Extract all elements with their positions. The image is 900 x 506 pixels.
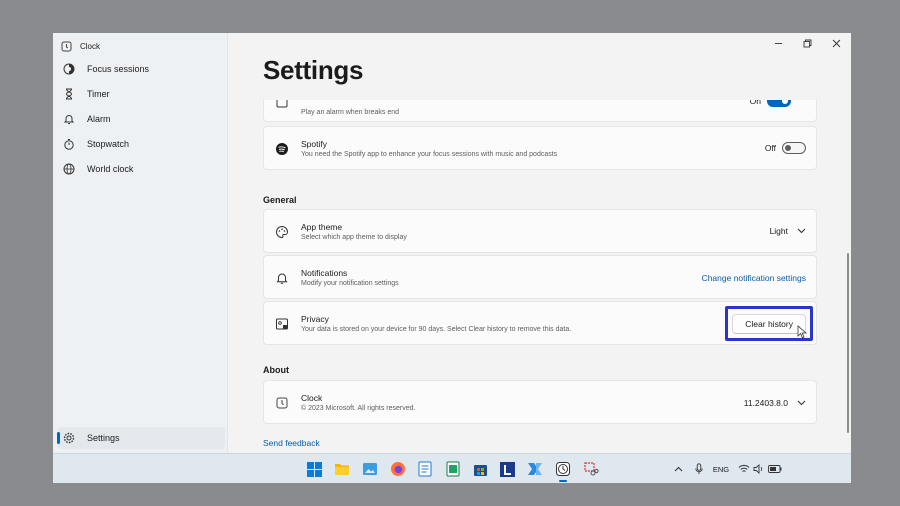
sidebar-item-label: Settings	[87, 433, 120, 443]
start-icon[interactable]	[305, 460, 323, 478]
microphone-icon[interactable]	[693, 462, 705, 476]
clock-app-icon	[61, 41, 72, 52]
sidebar-item-focus-sessions[interactable]: Focus sessions	[57, 58, 225, 80]
focus-icon	[62, 62, 76, 76]
close-button[interactable]	[822, 33, 851, 53]
privacy-subtitle: Your data is stored on your device for 9…	[301, 326, 572, 333]
firefox-icon[interactable]	[389, 460, 407, 478]
sidebar-item-label: World clock	[87, 164, 134, 174]
bell-icon	[274, 270, 290, 286]
clock-window: Clock Focus sessions Timer Alarm Stopwat…	[53, 33, 851, 453]
notifications-card: Notifications Modify your notification s…	[263, 255, 817, 299]
chevron-up-icon[interactable]	[672, 462, 684, 476]
app-theme-title: App theme	[301, 222, 343, 232]
break-alarm-card: Play an alarm when breaks end On	[263, 100, 817, 122]
language-indicator[interactable]: ENG	[711, 462, 731, 476]
spotify-card: Spotify You need the Spotify app to enha…	[263, 126, 817, 170]
notifications-control: Change notification settings	[702, 273, 806, 283]
sidebar-item-timer[interactable]: Timer	[57, 83, 225, 105]
page-title: Settings	[263, 55, 364, 85]
restore-button[interactable]	[793, 33, 822, 53]
version-number: 11.2403.8.0	[743, 398, 788, 408]
hourglass-icon	[62, 87, 76, 101]
power-automate-icon[interactable]	[526, 460, 544, 478]
vertical-scrollbar[interactable]	[847, 253, 849, 433]
gear-icon	[62, 431, 76, 445]
spotify-title: Spotify	[301, 139, 327, 149]
app-theme-dropdown[interactable]: Light	[770, 226, 806, 236]
sidebar-item-label: Alarm	[87, 114, 111, 124]
photos-icon[interactable]	[361, 460, 379, 478]
version-expander[interactable]: 11.2403.8.0	[744, 398, 806, 408]
app-theme-subtitle: Select which app theme to display	[301, 234, 407, 241]
change-notification-settings-link[interactable]: Change notification settings	[702, 273, 806, 283]
globe-icon	[62, 162, 76, 176]
spotify-subtitle: You need the Spotify app to enhance your…	[301, 151, 558, 158]
alarm-icon	[274, 100, 290, 112]
general-heading: General	[263, 195, 297, 205]
file-explorer-icon[interactable]	[333, 460, 351, 478]
notifications-subtitle: Modify your notification settings	[301, 280, 399, 287]
window-controls	[764, 33, 851, 53]
sidebar-item-settings[interactable]: Settings	[57, 427, 225, 449]
spotify-control: Off	[765, 142, 806, 154]
chevron-down-icon	[797, 398, 806, 408]
privacy-icon	[274, 316, 290, 332]
speaker-icon[interactable]	[752, 462, 766, 476]
chevron-down-icon	[797, 226, 806, 236]
active-indicator	[57, 432, 60, 444]
battery-icon[interactable]	[767, 462, 783, 476]
sidebar: Clock Focus sessions Timer Alarm Stopwat…	[53, 33, 228, 453]
wifi-icon[interactable]	[737, 462, 751, 476]
l-app-icon[interactable]	[498, 460, 516, 478]
minimize-button[interactable]	[764, 33, 793, 53]
sidebar-item-label: Focus sessions	[87, 64, 150, 74]
app-title: Clock	[80, 41, 101, 51]
bell-icon	[62, 112, 76, 126]
notepad-icon[interactable]	[416, 460, 434, 478]
store-icon[interactable]	[471, 460, 489, 478]
about-clock-card[interactable]: Clock © 2023 Microsoft. All rights reser…	[263, 380, 817, 424]
send-feedback-link[interactable]: Send feedback	[263, 438, 320, 448]
settings-scroll-area[interactable]: Play an alarm when breaks end On Spotify…	[229, 100, 851, 453]
app-theme-value: Light	[769, 226, 788, 236]
copyright-text: © 2023 Microsoft. All rights reserved.	[301, 405, 416, 412]
clock-app-icon	[274, 395, 290, 411]
break-alarm-state: On	[749, 100, 761, 106]
settings-page: Settings Play an alarm when breaks end O…	[229, 33, 851, 453]
break-alarm-toggle[interactable]	[767, 100, 791, 107]
spotify-icon	[274, 141, 290, 157]
sidebar-item-label: Timer	[87, 89, 110, 99]
clock-app-icon[interactable]	[554, 460, 572, 482]
break-alarm-subtitle: Play an alarm when breaks end	[301, 109, 400, 116]
app-title-bar: Clock	[61, 39, 100, 53]
sidebar-item-alarm[interactable]: Alarm	[57, 108, 225, 130]
mouse-cursor-icon	[797, 325, 807, 339]
sidebar-item-world-clock[interactable]: World clock	[57, 158, 225, 180]
stopwatch-icon	[62, 137, 76, 151]
break-alarm-control: On	[750, 100, 806, 107]
notifications-title: Notifications	[301, 268, 348, 278]
palette-icon	[274, 224, 290, 240]
sidebar-item-label: Stopwatch	[87, 139, 130, 149]
snipping-tool-icon[interactable]	[582, 460, 600, 478]
sidebar-item-stopwatch[interactable]: Stopwatch	[57, 133, 225, 155]
app-theme-card[interactable]: App theme Select which app theme to disp…	[263, 209, 817, 253]
privacy-title: Privacy	[301, 314, 329, 324]
about-heading: About	[263, 365, 289, 375]
about-app-title: Clock	[301, 393, 323, 403]
excel-icon[interactable]	[444, 460, 462, 478]
taskbar: ENG	[53, 453, 851, 483]
spotify-state: Off	[764, 143, 776, 153]
spotify-toggle[interactable]	[782, 142, 806, 154]
